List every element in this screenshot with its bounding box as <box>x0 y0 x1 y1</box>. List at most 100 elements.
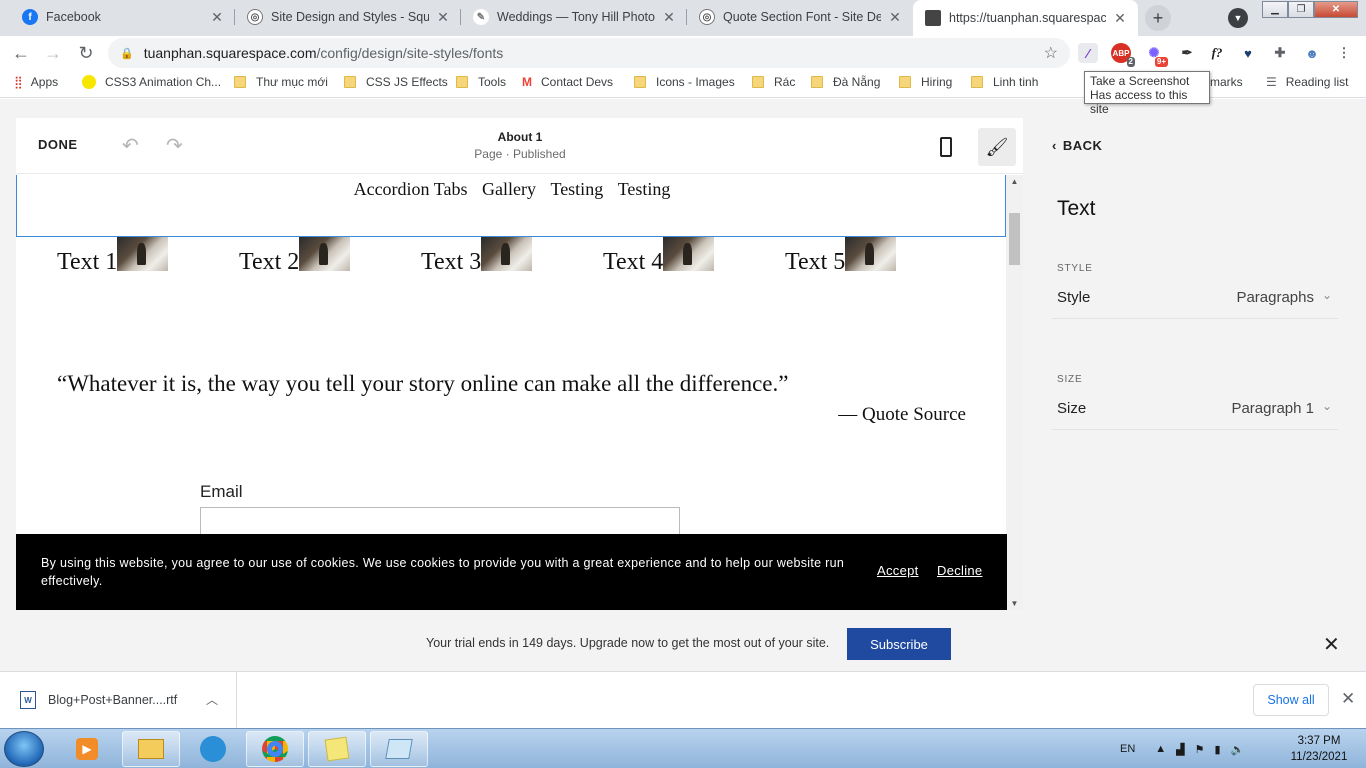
style-section-label: STYLE <box>1057 263 1093 274</box>
squarespace-icon: ◎ <box>247 9 263 25</box>
font-identifier-extension-icon[interactable]: f? <box>1207 43 1227 63</box>
bookmark-folder-icons[interactable]: Icons - Images <box>634 75 735 89</box>
chrome-icon[interactable] <box>246 731 304 767</box>
bookmark-folder-css-js[interactable]: CSS JS Effects <box>344 75 448 89</box>
scrollbar-thumb[interactable] <box>1009 213 1020 265</box>
address-bar[interactable]: 🔒 tuanphan.squarespace.com/config/design… <box>108 38 1070 68</box>
extensions-puzzle-icon[interactable]: ✚ <box>1270 43 1290 63</box>
show-all-button[interactable]: Show all <box>1253 684 1329 716</box>
menu-kebab-icon[interactable]: ⋮ <box>1334 43 1354 63</box>
tab-tuanphan-active[interactable]: https://tuanphan.squarespace.com ✕ <box>913 0 1138 36</box>
text-item: Text 4 <box>603 237 715 277</box>
text-item: Text 5 <box>785 237 897 277</box>
action-center-flag-icon[interactable]: ⚑ <box>1195 743 1205 756</box>
file-explorer-icon[interactable] <box>122 731 180 767</box>
tab-weddings[interactable]: ✎ Weddings — Tony Hill Photography ✕ <box>461 0 687 34</box>
tab-quote-section[interactable]: ◎ Quote Section Font - Site Design ✕ <box>687 0 913 34</box>
color-picker-extension-icon[interactable]: ✒ <box>1177 43 1197 63</box>
bookmark-star-icon[interactable]: ☆ <box>1044 43 1058 63</box>
evernote-icon[interactable] <box>184 731 242 767</box>
close-tab-icon[interactable]: ✕ <box>435 9 451 26</box>
snipping-tool-icon[interactable] <box>370 731 428 767</box>
thumbnail-image <box>117 237 169 271</box>
folder-icon <box>634 76 646 88</box>
minimize-button[interactable]: ▁ <box>1262 1 1288 18</box>
adblock-extension-icon[interactable]: ABP 2 <box>1111 43 1135 67</box>
download-shelf: W Blog+Post+Banner....rtf ︿ Show all ✕ <box>0 671 1366 728</box>
panel-back-button[interactable]: ‹ BACK <box>1052 138 1102 153</box>
system-clock[interactable]: 3:37 PM 11/23/2021 <box>1284 733 1354 765</box>
close-tab-icon[interactable]: ✕ <box>1112 10 1128 27</box>
nav-link-accordion-tabs[interactable]: Accordion Tabs <box>354 179 468 199</box>
bookmark-apps[interactable]: ⣿ Apps <box>14 75 58 89</box>
nav-link-testing[interactable]: Testing <box>618 179 671 199</box>
download-item[interactable]: W Blog+Post+Banner....rtf ︿ <box>0 672 237 728</box>
close-window-button[interactable]: ✕ <box>1314 1 1358 18</box>
forward-arrow-icon[interactable]: → <box>40 40 66 66</box>
heart-extension-icon[interactable]: ♥ <box>1238 43 1258 63</box>
close-icon[interactable]: ✕ <box>1341 689 1355 709</box>
bookmark-folder-linh-tinh[interactable]: Linh tinh <box>971 75 1038 89</box>
bookmark-folder-rac[interactable]: Rác <box>752 75 795 89</box>
text-item: Text 2 <box>239 237 351 277</box>
close-tab-icon[interactable]: ✕ <box>209 9 225 26</box>
word-document-icon: W <box>20 691 36 709</box>
back-arrow-icon[interactable]: ← <box>8 40 34 66</box>
sticky-notes-icon[interactable] <box>308 731 366 767</box>
mobile-preview-icon[interactable] <box>940 137 952 157</box>
redo-icon[interactable]: ↷ <box>166 133 183 158</box>
network-signal-icon[interactable]: ▟ <box>1176 743 1184 756</box>
folder-icon <box>456 76 468 88</box>
bookmark-css3-animation[interactable]: CSS3 Animation Ch... <box>82 75 221 89</box>
screenshot-extension-icon[interactable]: ∕ <box>1078 43 1098 63</box>
other-bookmarks[interactable]: marks <box>1210 75 1243 89</box>
media-player-icon[interactable]: ▶ <box>58 731 116 767</box>
bookmark-folder-new[interactable]: Thư mục mới <box>234 75 328 89</box>
site-header[interactable]: Accordion Tabs Gallery Testing Testing <box>16 175 1006 237</box>
done-button[interactable]: DONE <box>38 137 78 152</box>
lock-icon[interactable]: 🔒 <box>120 47 134 60</box>
thumbnail-image <box>299 237 351 271</box>
chevron-up-icon[interactable]: ︿ <box>206 691 218 708</box>
close-icon[interactable]: ✕ <box>1323 632 1340 657</box>
start-button[interactable] <box>4 731 44 767</box>
trial-message: Your trial ends in 149 days. Upgrade now… <box>426 636 830 650</box>
bookmark-folder-tools[interactable]: Tools <box>456 75 506 89</box>
bookmark-folder-da-nang[interactable]: Đà Nẵng <box>811 75 880 89</box>
style-dropdown[interactable]: Style Paragraphs ⌄ <box>1052 283 1338 319</box>
facebook-icon: f <box>22 9 38 25</box>
profile-avatar[interactable]: ☻ <box>1302 43 1322 63</box>
bookmark-folder-hiring[interactable]: Hiring <box>899 75 952 89</box>
nav-link-testing[interactable]: Testing <box>550 179 603 199</box>
battery-icon[interactable]: ▮ <box>1215 743 1221 756</box>
yellow-dot-icon <box>82 75 96 89</box>
folder-icon <box>234 76 246 88</box>
tab-site-design[interactable]: ◎ Site Design and Styles - Squarespace ✕ <box>235 0 461 34</box>
site-styles-brush-icon[interactable]: 🖌 <box>978 128 1016 166</box>
squarespace-icon: ◎ <box>699 9 715 25</box>
volume-icon[interactable]: 🔈 <box>1231 743 1245 756</box>
preview-scrollbar[interactable]: ▲ ▼ <box>1006 175 1023 610</box>
bookmark-contact-devs[interactable]: M Contact Devs <box>522 75 613 89</box>
tab-search-icon[interactable]: ▼ <box>1228 8 1248 28</box>
new-tab-button[interactable]: + <box>1145 5 1171 31</box>
language-indicator[interactable]: EN <box>1120 743 1135 755</box>
scroll-up-arrow-icon[interactable]: ▲ <box>1006 177 1023 186</box>
scroll-down-arrow-icon[interactable]: ▼ <box>1006 599 1023 608</box>
reload-icon[interactable]: ↻ <box>73 40 99 66</box>
size-dropdown[interactable]: Size Paragraph 1 ⌄ <box>1052 394 1338 430</box>
close-tab-icon[interactable]: ✕ <box>661 9 677 26</box>
cookie-accept-link[interactable]: Accept <box>877 563 919 578</box>
window-controls: ▁ ❐ ✕ <box>1262 1 1358 18</box>
undo-icon[interactable]: ↶ <box>122 133 139 158</box>
show-hidden-icons-icon[interactable]: ▲ <box>1155 743 1166 755</box>
maximize-button[interactable]: ❐ <box>1288 1 1314 18</box>
reading-list[interactable]: ☰ Reading list <box>1266 75 1348 89</box>
notification-extension-icon[interactable]: ✺ 9+ <box>1144 43 1168 67</box>
system-tray: EN ▲ ▟ ⚑ ▮ 🔈 <box>1120 729 1244 768</box>
close-tab-icon[interactable]: ✕ <box>887 9 903 26</box>
nav-link-gallery[interactable]: Gallery <box>482 179 536 199</box>
tab-facebook[interactable]: f Facebook ✕ <box>10 0 235 34</box>
subscribe-button[interactable]: Subscribe <box>847 628 951 660</box>
cookie-decline-link[interactable]: Decline <box>937 563 982 578</box>
